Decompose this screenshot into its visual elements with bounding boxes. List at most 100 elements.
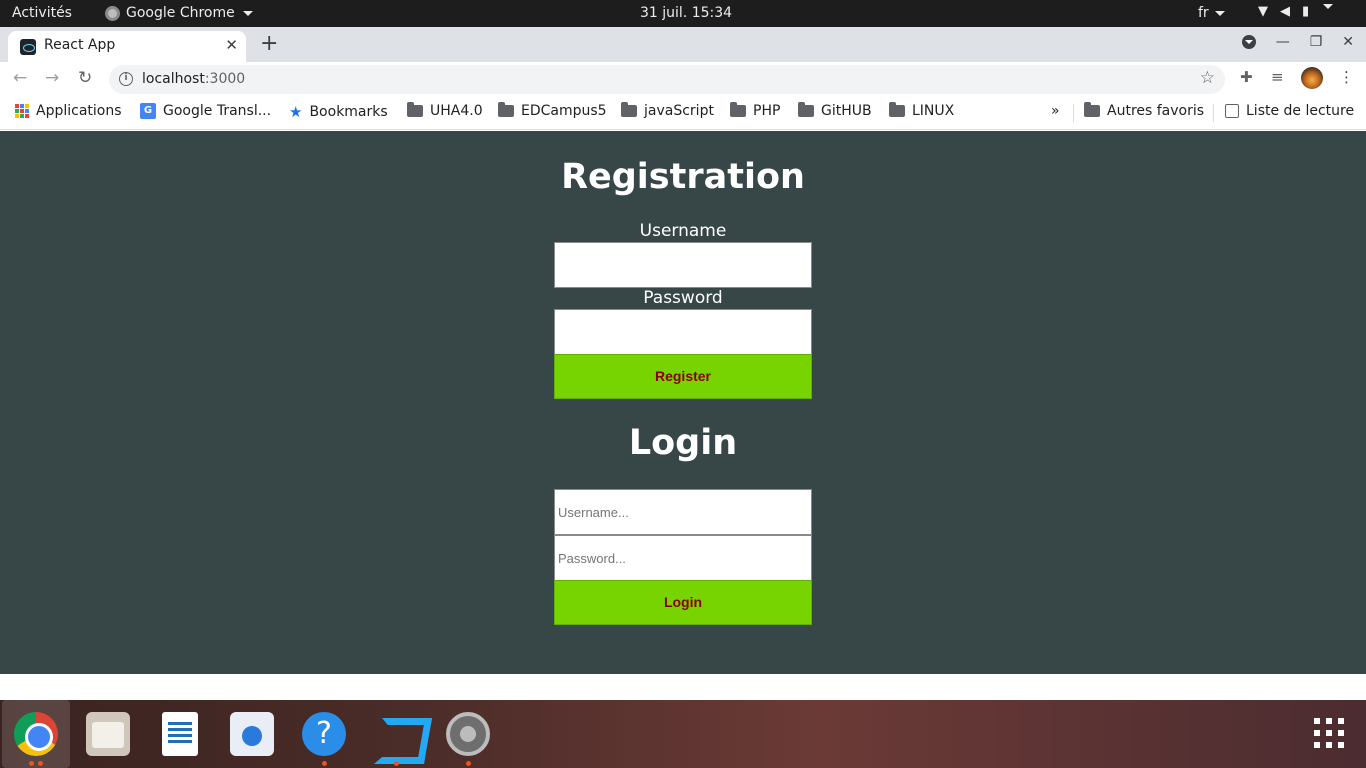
close-window-icon[interactable]: ✕	[1342, 34, 1354, 50]
bookmark-other-favorites[interactable]: Autres favoris	[1084, 102, 1205, 119]
folder-icon	[798, 102, 814, 117]
clock[interactable]: 31 juil. 15:34	[640, 5, 732, 21]
bookmark-label: PHP	[753, 103, 781, 119]
tab-search-icon[interactable]	[1241, 35, 1256, 49]
reading-list-button[interactable]: Liste de lecture	[1225, 103, 1354, 119]
bookmarks-overflow-button[interactable]: »	[1051, 103, 1060, 119]
folder-icon	[730, 102, 746, 117]
bookmarks-separator	[1213, 104, 1214, 122]
bookmark-label: Autres favoris	[1107, 103, 1205, 119]
bookmark-label: GitHUB	[821, 103, 872, 119]
wifi-icon: ▼	[1258, 4, 1268, 19]
system-top-bar: Activités Google Chrome 31 juil. 15:34 f…	[0, 0, 1366, 27]
chrome-icon	[14, 712, 58, 756]
running-indicator	[394, 761, 399, 766]
bookmark-google-translate[interactable]: G Google Transl...	[140, 103, 271, 119]
language-selector[interactable]: fr	[1198, 5, 1226, 21]
page-blank-area	[0, 674, 1366, 700]
bookmark-star-icon[interactable]: ☆	[1200, 68, 1215, 88]
bookmarks-bar: Applications G Google Transl... ★ Bookma…	[0, 96, 1366, 130]
page-content: Registration Username Password Register …	[0, 131, 1366, 674]
url-text: localhost:3000	[142, 71, 246, 87]
chrome-icon	[105, 5, 120, 21]
back-icon[interactable]: ←	[13, 68, 27, 88]
volume-icon: ◀	[1280, 4, 1290, 19]
minimize-icon[interactable]: —	[1276, 34, 1290, 50]
bookmark-label: Bookmarks	[309, 104, 388, 120]
menu-icon[interactable]: ⋮	[1339, 68, 1354, 86]
forward-icon[interactable]: →	[45, 68, 59, 88]
folder-icon	[498, 102, 514, 117]
bookmark-folder-linux[interactable]: LINUX	[889, 102, 955, 119]
running-indicator	[29, 761, 34, 766]
tab-strip: React App ✕ + — ❐ ✕	[0, 27, 1366, 62]
dock-item-chrome[interactable]	[2, 700, 70, 768]
register-username-input[interactable]	[554, 242, 812, 288]
bookmark-folder-javascript[interactable]: javaScript	[621, 102, 714, 119]
running-indicator	[322, 761, 327, 766]
password-label: Password	[643, 288, 723, 308]
folder-icon	[621, 102, 637, 117]
dock-item-software[interactable]	[218, 700, 286, 768]
site-info-icon[interactable]: i	[119, 72, 133, 86]
reload-icon[interactable]: ↻	[78, 68, 92, 88]
system-tray[interactable]: ▼ ◀ ▮	[1258, 4, 1334, 19]
tab-react-app[interactable]: React App ✕	[8, 31, 246, 62]
close-icon[interactable]: ✕	[225, 36, 238, 54]
react-favicon-icon	[20, 39, 36, 55]
running-indicator	[466, 761, 471, 766]
bookmark-label: Google Transl...	[163, 103, 272, 119]
star-icon: ★	[289, 103, 303, 121]
chevron-down-icon	[242, 10, 253, 16]
vscode-icon	[374, 712, 418, 756]
settings-icon	[446, 712, 490, 756]
dock-item-help[interactable]: ?	[290, 700, 358, 768]
bookmark-applications[interactable]: Applications	[15, 103, 122, 119]
login-password-input[interactable]	[554, 535, 812, 581]
login-button[interactable]: Login	[554, 580, 812, 625]
register-button[interactable]: Register	[554, 354, 812, 399]
reading-list-icon[interactable]: ≡	[1271, 68, 1284, 86]
activities-button[interactable]: Activités	[12, 5, 72, 21]
bookmark-folder-edcampus[interactable]: EDCampus5	[498, 102, 607, 119]
bookmark-folder-uha[interactable]: UHA4.0	[407, 102, 483, 119]
extensions-icon[interactable]: ✚	[1240, 68, 1253, 86]
login-username-input[interactable]	[554, 489, 812, 535]
apps-grid-icon	[15, 104, 29, 118]
bookmark-folder-github[interactable]: GitHUB	[798, 102, 872, 119]
software-store-icon	[230, 712, 274, 756]
folder-icon	[889, 102, 905, 117]
folder-icon	[407, 102, 423, 117]
register-password-input[interactable]	[554, 309, 812, 355]
new-tab-button[interactable]: +	[260, 31, 278, 56]
profile-avatar[interactable]	[1301, 67, 1323, 89]
app-menu-label: Google Chrome	[126, 5, 235, 21]
dock-item-settings[interactable]	[434, 700, 502, 768]
show-applications-icon[interactable]	[1314, 718, 1344, 748]
window-controls: — ❐ ✕	[1241, 34, 1354, 50]
restore-icon[interactable]: ❐	[1310, 34, 1323, 50]
reading-list-label: Liste de lecture	[1246, 103, 1355, 119]
bookmark-label: javaScript	[644, 103, 714, 119]
bookmark-folder-php[interactable]: PHP	[730, 102, 781, 119]
address-bar[interactable]: i localhost:3000 ☆	[109, 65, 1225, 94]
reading-list-icon	[1225, 104, 1239, 118]
bookmark-bookmarks[interactable]: ★ Bookmarks	[289, 103, 388, 121]
dock-item-vscode[interactable]	[362, 700, 430, 768]
battery-icon: ▮	[1302, 4, 1310, 19]
dock: ?	[0, 700, 1366, 768]
running-indicator	[38, 761, 43, 766]
google-translate-icon: G	[140, 103, 156, 119]
tab-title: React App	[44, 37, 116, 53]
bookmark-label: EDCampus5	[521, 103, 607, 119]
app-menu[interactable]: Google Chrome	[105, 5, 253, 21]
dock-item-files[interactable]	[74, 700, 142, 768]
bookmark-label: UHA4.0	[430, 103, 483, 119]
libreoffice-writer-icon	[162, 712, 198, 756]
chevron-down-icon	[1215, 10, 1226, 16]
browser-toolbar: ← → ↻ i localhost:3000 ☆ ✚ ≡ ⋮	[0, 62, 1366, 96]
bookmarks-separator	[1073, 104, 1074, 122]
files-icon	[86, 712, 130, 756]
bookmark-label: LINUX	[912, 103, 955, 119]
dock-item-writer[interactable]	[146, 700, 214, 768]
